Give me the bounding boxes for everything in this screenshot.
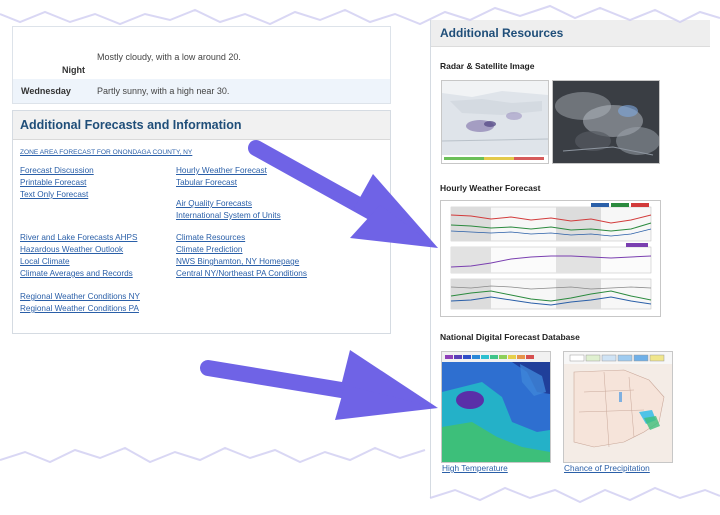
satellite-image[interactable] (552, 80, 660, 164)
forecast-row: Wednesday Partly sunny, with a high near… (13, 79, 390, 103)
page: Night Mostly cloudy, with a low around 2… (0, 0, 720, 515)
climate-averages-link[interactable]: Climate Averages and Records (20, 269, 133, 278)
sidebar-title: Additional Resources (431, 20, 710, 47)
regional-conditions-ny-link[interactable]: Regional Weather Conditions NY (20, 292, 140, 301)
detailed-forecast: Night Mostly cloudy, with a low around 2… (12, 26, 391, 104)
regional-conditions-pa-link[interactable]: Regional Weather Conditions PA (20, 304, 139, 313)
forecast-row: Night Mostly cloudy, with a low around 2… (13, 27, 390, 75)
additional-resources-sidebar: Additional Resources Radar & Satellite I… (430, 20, 710, 515)
forecast-period: Wednesday (21, 86, 71, 96)
printable-forecast-link[interactable]: Printable Forecast (20, 178, 86, 187)
ndfd-title: National Digital Forecast Database (440, 332, 580, 342)
radar-image[interactable] (441, 80, 549, 164)
local-climate-link[interactable]: Local Climate (20, 257, 70, 266)
hazardous-weather-outlook-link[interactable]: Hazardous Weather Outlook (20, 245, 123, 254)
hourly-weather-forecast-link[interactable]: Hourly Weather Forecast (176, 166, 267, 175)
radar-map-graphic (442, 81, 548, 163)
hourly-forecast-graph[interactable] (440, 200, 661, 317)
satellite-graphic (553, 81, 659, 163)
chance-of-precipitation-link[interactable]: Chance of Precipitation (564, 463, 650, 473)
precip-map-graphic (564, 352, 672, 462)
high-temperature-map[interactable] (441, 351, 551, 463)
forecast-text: Mostly cloudy, with a low around 20. (97, 52, 241, 62)
forecast-discussion-link[interactable]: Forecast Discussion (20, 166, 94, 175)
tabular-forecast-link[interactable]: Tabular Forecast (176, 178, 237, 187)
hourly-forecast-title: Hourly Weather Forecast (440, 183, 541, 193)
precipitation-map[interactable] (563, 351, 673, 463)
forecast-text: Partly sunny, with a high near 30. (97, 86, 230, 96)
river-lake-forecasts-link[interactable]: River and Lake Forecasts AHPS (20, 233, 137, 242)
text-only-forecast-link[interactable]: Text Only Forecast (20, 190, 88, 199)
climate-prediction-link[interactable]: Climate Prediction (176, 245, 242, 254)
high-temperature-link[interactable]: High Temperature (442, 463, 508, 473)
arrow-ndfd (200, 350, 438, 420)
air-quality-forecasts-link[interactable]: Air Quality Forecasts (176, 199, 252, 208)
panel-title: Additional Forecasts and Information (13, 111, 390, 140)
central-ny-conditions-link[interactable]: Central NY/Northeast PA Conditions (176, 269, 307, 278)
zone-forecast-link[interactable]: ZONE AREA FORECAST FOR ONONDAGA COUNTY, … (20, 149, 192, 156)
forecast-period: Night (62, 65, 85, 75)
international-units-link[interactable]: International System of Units (176, 211, 281, 220)
nws-binghamton-link[interactable]: NWS Binghamton, NY Homepage (176, 257, 299, 266)
climate-resources-link[interactable]: Climate Resources (176, 233, 245, 242)
hourly-graph-graphic (441, 201, 660, 316)
radar-satellite-title: Radar & Satellite Image (440, 61, 535, 71)
additional-forecasts-panel: Additional Forecasts and Information ZON… (12, 110, 391, 334)
temperature-map-graphic (442, 352, 550, 462)
